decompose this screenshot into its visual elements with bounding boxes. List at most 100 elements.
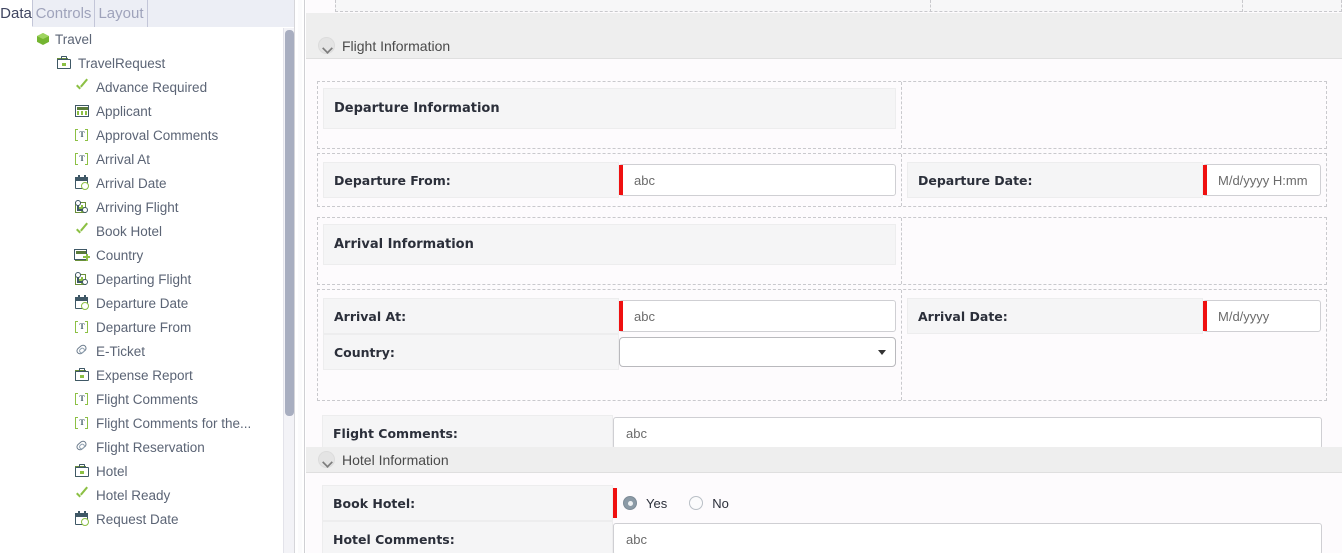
tree-item-travel[interactable]: Travel xyxy=(0,27,294,51)
grid-plus-icon xyxy=(74,247,91,263)
chevron-down-icon[interactable] xyxy=(318,451,335,468)
section-body-flight-information: Departure Information Departure From: ab… xyxy=(306,59,1342,451)
hotel-comments-input[interactable]: abc xyxy=(613,523,1322,553)
section-gap xyxy=(306,13,1342,33)
paperclip-icon xyxy=(74,343,91,359)
arrival-at-input[interactable]: abc xyxy=(619,300,896,332)
datetime-icon xyxy=(74,295,91,311)
tree-item-label: Advance Required xyxy=(96,79,208,95)
textfield-icon: T xyxy=(74,391,91,407)
data-tree[interactable]: Travel TravelRequest Advance Required Appli… xyxy=(0,27,294,553)
tree-item-label: Expense Report xyxy=(96,367,193,383)
label-arrival-date: Arrival Date: xyxy=(907,298,1203,334)
departure-date-input[interactable]: M/d/yyyy H:mm xyxy=(1203,164,1321,196)
checkmark-icon xyxy=(74,487,91,503)
tab-data[interactable]: Data xyxy=(0,0,33,27)
panel-tabstrip: Data Controls Layout xyxy=(0,0,294,27)
book-hotel-radio-group[interactable]: Yes No xyxy=(613,485,751,521)
tree-item-country[interactable]: Country xyxy=(0,243,294,267)
section-header-flight-information[interactable]: Flight Information xyxy=(306,33,1342,59)
textfield-icon: T xyxy=(74,127,91,143)
tree-item-hotel[interactable]: Hotel xyxy=(0,459,294,483)
radio-option-no[interactable]: No xyxy=(689,496,729,511)
tree-item-expense-report[interactable]: Expense Report xyxy=(0,363,294,387)
control-departure-date[interactable]: M/d/yyyy H:mm xyxy=(1203,162,1321,198)
tree-item-e-ticket[interactable]: E-Ticket xyxy=(0,339,294,363)
tree-scrollbar-thumb[interactable] xyxy=(285,30,294,416)
briefcase-icon xyxy=(56,55,73,71)
tree-item-arrival-at[interactable]: T Arrival At xyxy=(0,147,294,171)
tree-item-label: Flight Comments xyxy=(96,391,199,407)
tree-item-arrival-date[interactable]: Arrival Date xyxy=(0,171,294,195)
form-canvas: Flight Information Departure Information xyxy=(306,0,1342,553)
radio-option-yes[interactable]: Yes xyxy=(623,496,667,511)
block-column-splitter xyxy=(901,82,902,148)
tab-controls-label: Controls xyxy=(35,5,92,22)
tree-item-label: Hotel xyxy=(96,463,128,479)
control-flight-comments[interactable]: abc xyxy=(613,415,1322,451)
country-dropdown[interactable] xyxy=(619,337,896,367)
tree-item-travelrequest[interactable]: TravelRequest xyxy=(0,51,294,75)
tree-item-label: Flight Comments for the... xyxy=(96,415,252,431)
block-column-splitter xyxy=(901,290,902,400)
briefcase-icon xyxy=(74,367,91,383)
control-book-hotel[interactable]: Yes No xyxy=(613,485,1322,521)
relation-icon xyxy=(74,199,91,215)
block-column-splitter xyxy=(901,218,902,284)
tree-item-label: Applicant xyxy=(96,103,152,119)
radio-yes-label: Yes xyxy=(646,495,668,511)
section-hotel-information: Hotel Information Book Hotel: Yes No Hot… xyxy=(306,447,1342,553)
group-header-label: Arrival Information xyxy=(334,237,474,252)
tree-item-flight-comments-for-the[interactable]: T Flight Comments for the... xyxy=(0,411,294,435)
field-row-departure-date: Departure Date: M/d/yyyy H:mm xyxy=(907,162,1321,198)
tree-item-label: Departure From xyxy=(96,319,192,335)
tree-item-label: Request Date xyxy=(96,511,179,527)
tree-item-arriving-flight[interactable]: Arriving Flight xyxy=(0,195,294,219)
control-arrival-date[interactable]: M/d/yyyy xyxy=(1203,298,1321,334)
chevron-down-icon[interactable] xyxy=(318,37,335,54)
label-arrival-at: Arrival At: xyxy=(323,298,619,334)
radio-yes-icon[interactable] xyxy=(623,496,637,510)
tree-scrollbar[interactable] xyxy=(283,28,294,553)
tree-item-applicant[interactable]: Applicant xyxy=(0,99,294,123)
tree-item-departing-flight[interactable]: Departing Flight xyxy=(0,267,294,291)
tab-controls[interactable]: Controls xyxy=(33,0,95,27)
briefcase-icon xyxy=(74,463,91,479)
label-flight-comments: Flight Comments: xyxy=(322,415,613,451)
control-hotel-comments[interactable]: abc xyxy=(613,521,1322,553)
tree-item-approval-comments[interactable]: T Approval Comments xyxy=(0,123,294,147)
required-indicator xyxy=(1203,165,1207,195)
tree-item-departure-date[interactable]: Departure Date xyxy=(0,291,294,315)
control-departure-from[interactable]: abc xyxy=(619,162,896,198)
field-row-arrival-at: Arrival At: abc xyxy=(323,298,896,334)
section-header-hotel-information[interactable]: Hotel Information xyxy=(306,447,1342,473)
textfield-icon: T xyxy=(74,415,91,431)
tree-item-departure-from[interactable]: T Departure From xyxy=(0,315,294,339)
section-title: Flight Information xyxy=(342,37,451,54)
tree-item-advance-required[interactable]: Advance Required xyxy=(0,75,294,99)
field-row-book-hotel: Book Hotel: Yes No xyxy=(322,485,1322,521)
section-body-hotel-information: Book Hotel: Yes No Hotel Comments: abc xyxy=(306,473,1342,553)
datetime-icon xyxy=(74,511,91,527)
control-country[interactable] xyxy=(619,334,896,370)
checkmark-icon xyxy=(74,223,91,239)
tree-item-flight-comments[interactable]: T Flight Comments xyxy=(0,387,294,411)
panel-splitter[interactable] xyxy=(294,0,305,553)
cube-icon xyxy=(36,32,50,46)
chevron-down-icon[interactable] xyxy=(878,350,886,355)
arrival-date-input[interactable]: M/d/yyyy xyxy=(1203,300,1321,332)
radio-no-icon[interactable] xyxy=(689,496,704,510)
tree-item-flight-reservation[interactable]: Flight Reservation xyxy=(0,435,294,459)
tree-item-hotel-ready[interactable]: Hotel Ready xyxy=(0,483,294,507)
label-departure-from: Departure From: xyxy=(323,162,619,198)
control-arrival-at[interactable]: abc xyxy=(619,298,896,334)
flight-comments-input[interactable]: abc xyxy=(613,417,1322,449)
tree-item-book-hotel[interactable]: Book Hotel xyxy=(0,219,294,243)
tab-layout[interactable]: Layout xyxy=(95,0,148,27)
tree-item-label: Departure Date xyxy=(96,295,189,311)
block-arrival-information: Arrival Information xyxy=(317,217,1327,285)
tree-item-request-date[interactable]: Request Date xyxy=(0,507,294,531)
departure-from-input[interactable]: abc xyxy=(619,164,896,196)
radio-no-label: No xyxy=(712,495,729,511)
tree-item-label: Approval Comments xyxy=(96,127,219,143)
